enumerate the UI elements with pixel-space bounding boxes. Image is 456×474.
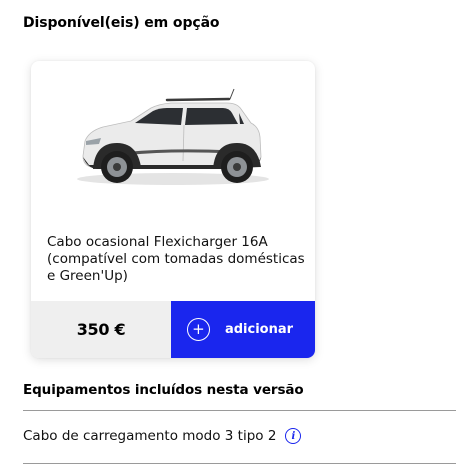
options-section-title: Disponível(eis) em opção (23, 15, 220, 31)
add-button-label: adicionar (224, 322, 294, 337)
divider (23, 463, 456, 464)
divider (23, 410, 456, 411)
included-item-label: Cabo de carregamento modo 3 tipo 2 (23, 428, 277, 444)
included-item: Cabo de carregamento modo 3 tipo 2 i (23, 428, 302, 444)
card-footer: 350 € + adicionar (31, 301, 315, 358)
option-price: 350 € (31, 301, 171, 358)
plus-circle-icon: + (186, 318, 210, 341)
included-section-title: Equipamentos incluídos nesta versão (23, 382, 304, 398)
info-icon[interactable]: i (285, 428, 302, 444)
add-option-button[interactable]: + adicionar (171, 301, 315, 358)
option-card: Cabo ocasional Flexicharger 16A (compatí… (31, 61, 315, 358)
car-image (31, 61, 315, 231)
option-description: Cabo ocasional Flexicharger 16A (compatí… (47, 234, 305, 284)
